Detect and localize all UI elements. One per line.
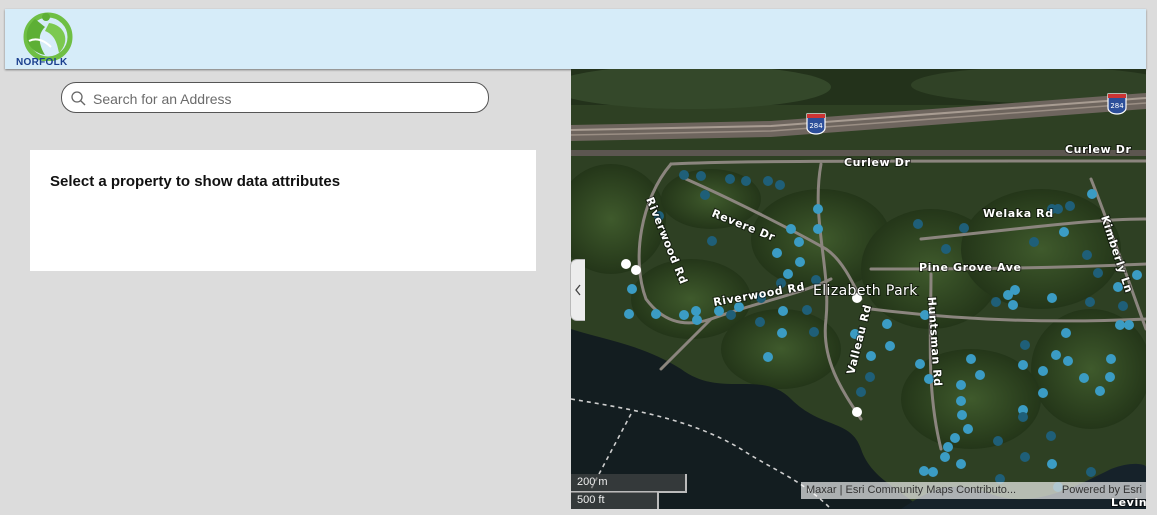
attribution-source[interactable]: Maxar | Esri Community Maps Contributo..… [806,482,1016,499]
address-search-box[interactable] [61,82,489,113]
satellite-map[interactable]: 284 284 Curlew Dr Curlew Dr Revere Dr Ri… [571,69,1146,509]
road-label: Curlew Dr [844,156,911,169]
scale-bar-metric: 200 m [571,474,687,493]
road-label: Pine Grove Ave [919,261,1022,274]
panel-collapse-toggle[interactable] [570,259,585,321]
svg-text:284: 284 [1110,102,1124,110]
logo-text: NORFOLK [16,57,68,68]
app-window: NORFOLK Select a property to show data a… [5,9,1146,509]
leaf-hand-icon [23,12,73,62]
header-bar: NORFOLK [5,9,1146,69]
map-canvas[interactable]: 284 284 Curlew Dr Curlew Dr Revere Dr Ri… [571,69,1146,509]
search-icon [71,91,86,106]
highway-shield-icon: 284 [1107,93,1127,115]
address-search-input[interactable] [91,87,475,110]
attribute-panel: Select a property to show data attribute… [30,150,536,271]
park-label: Elizabeth Park [813,283,918,299]
svg-text:284: 284 [809,122,823,130]
road-label: Curlew Dr [1065,143,1132,156]
road-label: Welaka Rd [983,207,1054,220]
attribute-panel-title: Select a property to show data attribute… [50,173,341,190]
scale-bar-imperial: 500 ft [571,492,659,509]
map-attribution: Maxar | Esri Community Maps Contributo..… [801,482,1146,499]
highway-shield-icon: 284 [806,113,826,135]
norfolk-logo[interactable]: NORFOLK [15,11,79,69]
powered-by-esri[interactable]: Powered by Esri [1062,482,1142,499]
chevron-left-icon [575,284,581,296]
